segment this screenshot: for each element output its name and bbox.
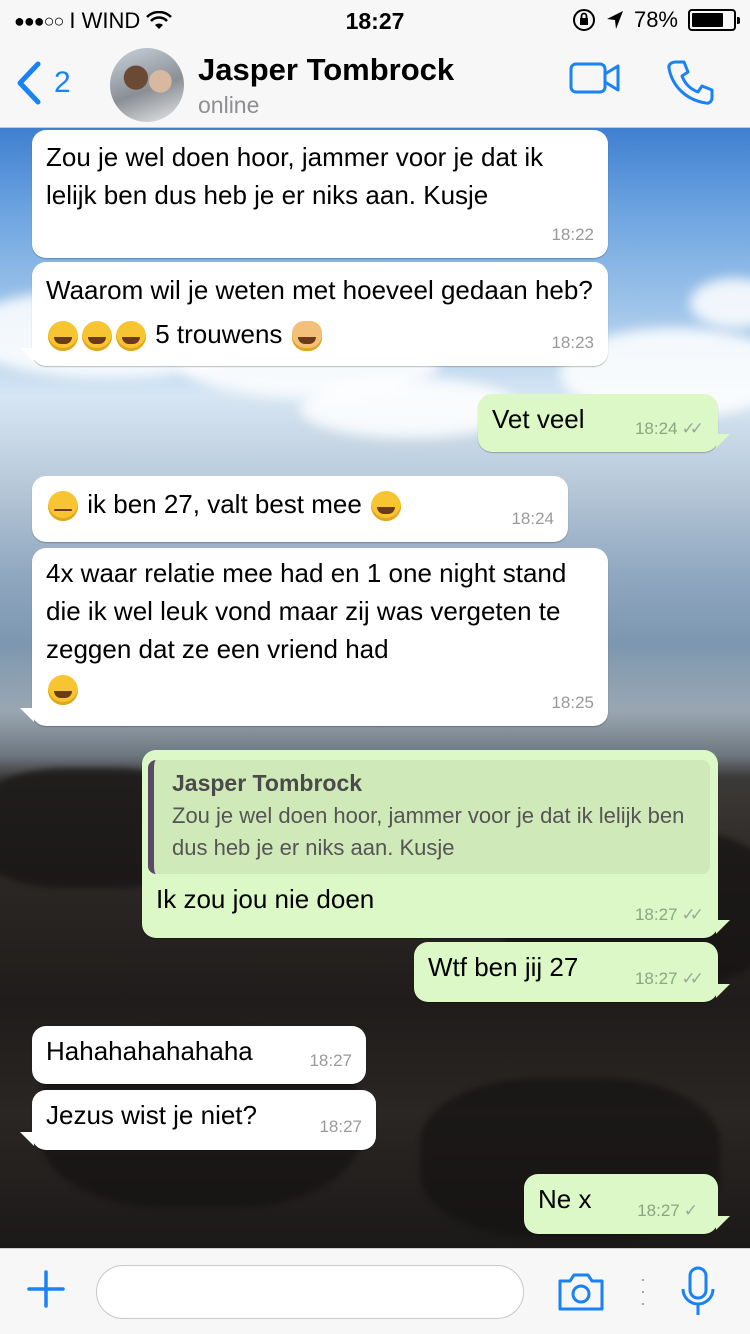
orientation-lock-icon xyxy=(572,9,595,31)
microphone-icon xyxy=(681,1266,715,1315)
tears-of-joy-emoji xyxy=(371,491,402,522)
tears-of-joy-emoji xyxy=(116,321,146,352)
message-text: Hahahahahahaha xyxy=(46,1036,253,1066)
message-list[interactable]: Zou je wel doen hoor, jammer voor je dat… xyxy=(0,128,750,1248)
message-outgoing[interactable]: Vet veel 18:24 ✓✓ xyxy=(478,394,730,452)
unread-count: 2 xyxy=(54,66,71,99)
contact-name[interactable]: Jasper Tombrock xyxy=(198,52,454,88)
back-button[interactable]: 2 xyxy=(14,60,71,106)
message-incoming[interactable]: 4x waar relatie mee had en 1 one night s… xyxy=(20,548,608,726)
battery-icon xyxy=(688,9,740,31)
video-call-button[interactable] xyxy=(568,58,622,103)
delivered-receipt-icon: ✓ xyxy=(683,1201,698,1220)
tears-of-joy-emoji xyxy=(48,675,78,706)
attach-button[interactable] xyxy=(26,1269,66,1315)
message-outgoing[interactable]: Ne x 18:27 ✓ xyxy=(524,1174,730,1234)
message-time: 18:23 xyxy=(551,333,594,352)
message-incoming[interactable]: Jezus wist je niet? 18:27 xyxy=(20,1090,376,1150)
message-time: 18:24 ✓✓ xyxy=(635,410,704,448)
message-incoming[interactable]: ik ben 27, valt best mee 18:24 xyxy=(32,476,568,542)
message-time: 18:24 xyxy=(511,509,554,528)
message-text: ik ben 27, valt best mee xyxy=(87,489,362,519)
message-text: 5 trouwens xyxy=(155,319,283,349)
message-time: 18:27 ✓✓ xyxy=(635,960,704,998)
status-bar: ●●●○○ I WIND 18:27 78% xyxy=(0,0,750,40)
phone-icon xyxy=(667,60,714,105)
message-text: Jezus wist je niet? xyxy=(46,1100,257,1130)
message-time: 18:25 xyxy=(551,693,594,712)
facepalm-emoji xyxy=(291,321,322,352)
message-text: Waarom wil je weten met hoeveel gedaan h… xyxy=(46,275,593,305)
read-receipt-icon: ✓✓ xyxy=(681,905,704,924)
camera-icon xyxy=(558,1273,604,1311)
message-time: 18:27 xyxy=(309,1051,352,1070)
message-text: Zou je wel doen hoor, jammer voor je dat… xyxy=(46,142,544,210)
message-incoming[interactable]: Waarom wil je weten met hoeveel gedaan h… xyxy=(20,262,608,366)
expressionless-emoji xyxy=(48,491,78,522)
quoted-text: Zou je wel doen hoor, jammer voor je dat… xyxy=(172,803,685,860)
quoted-message[interactable]: Jasper Tombrock Zou je wel doen hoor, ja… xyxy=(148,760,710,874)
read-receipt-icon: ✓✓ xyxy=(681,969,704,988)
message-outgoing[interactable]: Wtf ben jij 27 18:27 ✓✓ xyxy=(414,942,730,1002)
chat-header: 2 Jasper Tombrock online xyxy=(0,40,750,128)
read-receipt-icon: ✓✓ xyxy=(681,419,704,438)
message-time: 18:27 ✓ xyxy=(637,1192,704,1230)
chevron-left-icon xyxy=(17,61,41,105)
voice-call-button[interactable] xyxy=(666,58,714,111)
voice-record-button[interactable] xyxy=(680,1265,716,1324)
contact-status: online xyxy=(198,92,260,118)
location-arrow-icon xyxy=(606,11,623,29)
tears-of-joy-emoji xyxy=(82,321,112,352)
message-incoming[interactable]: Zou je wel doen hoor, jammer voor je dat… xyxy=(32,130,608,258)
message-time: 18:22 xyxy=(551,225,594,244)
message-text: 4x waar relatie mee had en 1 one night s… xyxy=(46,558,567,664)
tears-of-joy-emoji xyxy=(48,321,78,352)
plus-icon xyxy=(27,1270,65,1308)
message-incoming[interactable]: Hahahahahahaha 18:27 xyxy=(32,1026,366,1084)
message-outgoing-reply[interactable]: Jasper Tombrock Zou je wel doen hoor, ja… xyxy=(142,750,730,938)
message-time: 18:27 ✓✓ xyxy=(635,896,704,934)
battery-percentage: 78% xyxy=(633,7,678,32)
divider-dots: · · · xyxy=(640,1269,646,1313)
camera-button[interactable] xyxy=(556,1271,606,1318)
message-input-bar: · · · xyxy=(0,1248,750,1334)
quoted-sender: Jasper Tombrock xyxy=(172,770,363,796)
message-time: 18:27 xyxy=(319,1117,362,1136)
video-camera-icon xyxy=(569,62,620,94)
message-input[interactable] xyxy=(96,1265,524,1319)
contact-avatar[interactable] xyxy=(110,48,184,122)
message-text: Ik zou jou nie doen xyxy=(156,884,375,914)
